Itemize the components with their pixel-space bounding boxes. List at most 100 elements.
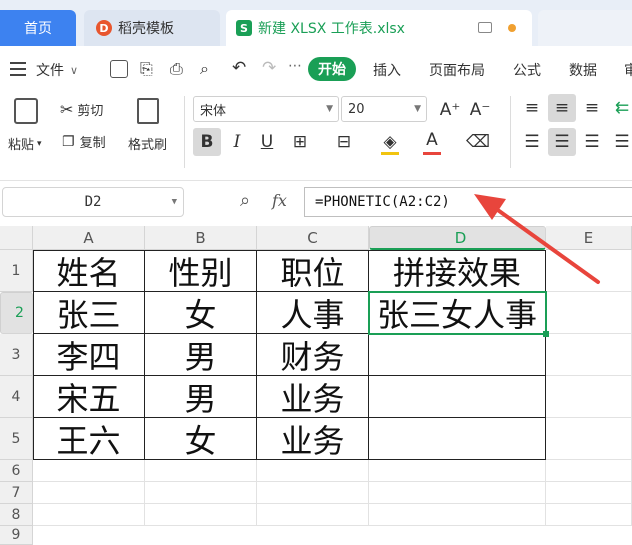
formula-input[interactable]: =PHONETIC(A2:C2) [304, 187, 632, 217]
menu-file[interactable]: 文件 ∨ [36, 60, 78, 80]
cell-c1[interactable]: 职位 [257, 250, 369, 292]
underline-button[interactable]: U [253, 128, 281, 156]
menu-data[interactable]: 数据 [569, 60, 597, 80]
cell[interactable] [257, 460, 369, 482]
cell-a5[interactable]: 王六 [33, 418, 145, 460]
cell[interactable] [546, 504, 632, 526]
row-header-4[interactable]: 4 [0, 376, 33, 418]
unsaved-dot-icon[interactable] [508, 24, 516, 32]
row-header-6[interactable]: 6 [0, 460, 33, 482]
font-shrink-button[interactable]: A⁻ [466, 96, 494, 124]
align-left-icon[interactable]: ☰ [518, 128, 546, 156]
column-header-e[interactable]: E [546, 226, 632, 250]
cell[interactable] [369, 504, 546, 526]
menu-start[interactable]: 开始 [308, 57, 356, 81]
cell-e1[interactable] [546, 250, 632, 292]
cell[interactable] [369, 482, 546, 504]
fill-handle[interactable] [543, 331, 549, 337]
cell-d1[interactable]: 拼接效果 [369, 250, 546, 292]
corner-select-all[interactable] [0, 226, 33, 250]
cell-b3[interactable]: 男 [145, 334, 257, 376]
align-top-icon[interactable]: ≡ [518, 94, 546, 122]
row-header-2[interactable]: 2 [0, 292, 33, 334]
column-header-a[interactable]: A [33, 226, 145, 250]
cell[interactable] [257, 482, 369, 504]
cell-b5[interactable]: 女 [145, 418, 257, 460]
cell-b1[interactable]: 性别 [145, 250, 257, 292]
tab-other[interactable] [538, 10, 632, 46]
cell-d4[interactable] [369, 376, 546, 418]
save-icon[interactable] [110, 60, 128, 78]
cell-a3[interactable]: 李四 [33, 334, 145, 376]
cell[interactable] [546, 482, 632, 504]
format-painter-button[interactable]: 格式刷 [128, 134, 167, 153]
cell-b4[interactable]: 男 [145, 376, 257, 418]
align-middle-icon[interactable]: ≡ [548, 94, 576, 122]
more-icon[interactable]: ⋯ [288, 58, 302, 74]
menu-formula[interactable]: 公式 [513, 60, 541, 80]
cell-style-icon[interactable]: ⊟ [330, 128, 358, 156]
row-header-3[interactable]: 3 [0, 334, 33, 376]
print-icon[interactable]: ⎙ [170, 59, 183, 79]
cell[interactable] [257, 504, 369, 526]
cell[interactable] [546, 460, 632, 482]
font-grow-button[interactable]: A⁺ [436, 96, 464, 124]
wrap-icon[interactable]: ⇇ [608, 94, 632, 122]
export-icon[interactable]: ⎘ [140, 59, 153, 79]
tab-daoke-template[interactable]: D 稻壳模板 [84, 10, 220, 46]
cell-c3[interactable]: 财务 [257, 334, 369, 376]
redo-icon[interactable]: ↷ [262, 58, 276, 78]
menu-page-layout[interactable]: 页面布局 [429, 60, 485, 80]
menu-insert[interactable]: 插入 [373, 60, 401, 80]
print-preview-icon[interactable]: ⌕ [200, 59, 209, 79]
align-right-icon[interactable]: ☰ [578, 128, 606, 156]
cell-e4[interactable] [546, 376, 632, 418]
tab-active-file[interactable]: S 新建 XLSX 工作表.xlsx [226, 10, 532, 46]
tab-home[interactable]: 首页 [0, 10, 76, 46]
cell-d3[interactable] [369, 334, 546, 376]
cell-c2[interactable]: 人事 [257, 292, 369, 334]
cell-c4[interactable]: 业务 [257, 376, 369, 418]
italic-button[interactable]: I [223, 128, 251, 156]
column-header-d[interactable]: D [369, 226, 546, 250]
format-painter-icon[interactable] [137, 98, 159, 124]
font-color-icon[interactable]: A [418, 126, 446, 154]
zoom-search-icon[interactable]: ⌕ [240, 190, 250, 211]
column-header-b[interactable]: B [145, 226, 257, 250]
row-header-1[interactable]: 1 [0, 250, 33, 292]
cell-a2[interactable]: 张三 [33, 292, 145, 334]
cell-e2[interactable] [546, 292, 632, 334]
cell[interactable] [145, 460, 257, 482]
cell-e5[interactable] [546, 418, 632, 460]
cell-a4[interactable]: 宋五 [33, 376, 145, 418]
fx-icon[interactable]: fx [272, 191, 287, 210]
align-center-icon[interactable]: ☰ [548, 128, 576, 156]
undo-icon[interactable]: ↶ [232, 58, 246, 78]
row-header-9[interactable]: 9 [0, 526, 33, 545]
cell-b2[interactable]: 女 [145, 292, 257, 334]
paste-icon[interactable] [14, 98, 38, 124]
cell-e3[interactable] [546, 334, 632, 376]
border-icon[interactable]: ⊞ [286, 128, 314, 156]
cell[interactable] [33, 504, 145, 526]
row-header-5[interactable]: 5 [0, 418, 33, 460]
cell[interactable] [145, 504, 257, 526]
cell-a1[interactable]: 姓名 [33, 250, 145, 292]
name-box[interactable]: D2 ▼ [2, 187, 184, 217]
cell[interactable] [369, 460, 546, 482]
menu-review[interactable]: 审 [624, 60, 632, 80]
paste-button[interactable]: 粘贴 ▾ [8, 134, 42, 153]
copy-button[interactable]: ❐ 复制 [62, 132, 106, 152]
eraser-icon[interactable]: ⌫ [464, 128, 492, 156]
row-header-7[interactable]: 7 [0, 482, 33, 504]
cell-c5[interactable]: 业务 [257, 418, 369, 460]
hamburger-icon[interactable] [10, 62, 26, 76]
font-name-select[interactable]: 宋体 ▼ [193, 96, 339, 122]
row-header-8[interactable]: 8 [0, 504, 33, 526]
column-header-c[interactable]: C [257, 226, 369, 250]
cut-button[interactable]: ✂ 剪切 [60, 100, 103, 119]
align-bottom-icon[interactable]: ≡ [578, 94, 606, 122]
font-size-select[interactable]: 20 ▼ [341, 96, 427, 122]
justify-icon[interactable]: ☰ [608, 128, 632, 156]
monitor-icon[interactable] [478, 22, 492, 33]
